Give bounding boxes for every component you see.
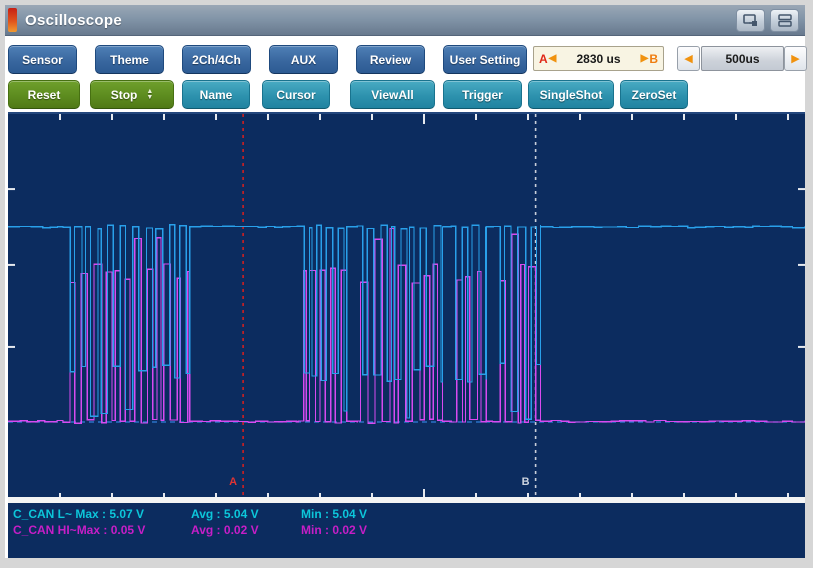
app-flame-icon — [8, 8, 17, 32]
review-button[interactable]: Review — [356, 45, 425, 74]
print-button[interactable] — [770, 9, 799, 32]
channel-2-min: Min : 0.02 V — [301, 523, 367, 537]
cursor-b-marker[interactable]: B — [522, 476, 530, 488]
screen: { "window": { "title": "Oscilloscope" },… — [0, 0, 813, 568]
theme-button[interactable]: Theme — [95, 45, 164, 74]
stop-spinner-icon: ▲ ▼ — [146, 89, 153, 101]
sensor-button[interactable]: Sensor — [8, 45, 77, 74]
channel-1-avg: Avg : 5.04 V — [191, 507, 259, 521]
cursor-b-label: B — [649, 52, 658, 66]
measurement-bar: C_CAN L~ Max : 5.07 V Avg : 5.04 V Min :… — [8, 503, 805, 558]
cursor-button[interactable]: Cursor — [262, 80, 330, 109]
single-shot-button[interactable]: SingleShot — [528, 80, 614, 109]
channel-1-max: Max : 5.07 V — [75, 507, 144, 521]
left-triangle-icon: ◀ — [684, 52, 692, 65]
cursor-ab-readout: A ◀ 2830 us ▶ B — [533, 46, 664, 71]
timebase-increase-button[interactable]: ▶ — [784, 46, 807, 71]
timebase-value: 500us — [701, 46, 784, 71]
channel-1-name: C_CAN L~ — [13, 507, 75, 521]
aux-button[interactable]: AUX — [269, 45, 338, 74]
channel-2-max: Max : 0.05 V — [77, 523, 146, 537]
cursor-a-label: A — [539, 52, 548, 66]
right-triangle-icon: ▶ — [791, 52, 799, 65]
view-all-button[interactable]: ViewAll — [350, 80, 435, 109]
channel-2-avg: Avg : 0.02 V — [191, 523, 259, 537]
run-stop-button[interactable]: Stop ▲ ▼ — [90, 80, 174, 109]
window-title: Oscilloscope — [25, 12, 122, 29]
channel-2-measurements: C_CAN HI~Max : 0.05 V Avg : 0.02 V Min :… — [8, 523, 805, 538]
cursor-b-arrow-icon: ▶ — [641, 53, 649, 64]
toolbar-row-1: Sensor Theme 2Ch/4Ch AUX Review User Set… — [5, 45, 805, 73]
toolbar-row-2: Reset Stop ▲ ▼ Name Cursor ViewAll Trigg… — [5, 80, 805, 108]
titlebar: Oscilloscope — [5, 5, 805, 36]
channel-mode-button[interactable]: 2Ch/4Ch — [182, 45, 251, 74]
screen-capture-button[interactable] — [736, 9, 765, 32]
timebase-decrease-button[interactable]: ◀ — [677, 46, 700, 71]
printer-icon — [777, 14, 793, 27]
trigger-button[interactable]: Trigger — [443, 80, 522, 109]
name-button[interactable]: Name — [182, 80, 250, 109]
channel-1-min: Min : 5.04 V — [301, 507, 367, 521]
user-setting-button[interactable]: User Setting — [443, 45, 527, 74]
cursor-delta-value: 2830 us — [556, 52, 640, 66]
capture-icon — [743, 14, 759, 27]
channel-1-measurements: C_CAN L~ Max : 5.07 V Avg : 5.04 V Min :… — [8, 507, 805, 522]
reset-button[interactable]: Reset — [8, 80, 80, 109]
waveform-canvas — [8, 114, 805, 499]
app-window: Oscilloscope Sensor Theme 2Ch/4Ch AUX Re… — [5, 5, 805, 558]
channel-2-name: C_CAN HI~ — [13, 523, 77, 537]
cursor-a-arrow-icon: ◀ — [549, 53, 557, 64]
zero-set-button[interactable]: ZeroSet — [620, 80, 688, 109]
waveform-display[interactable]: A B — [8, 112, 805, 503]
cursor-a-marker[interactable]: A — [229, 476, 237, 488]
